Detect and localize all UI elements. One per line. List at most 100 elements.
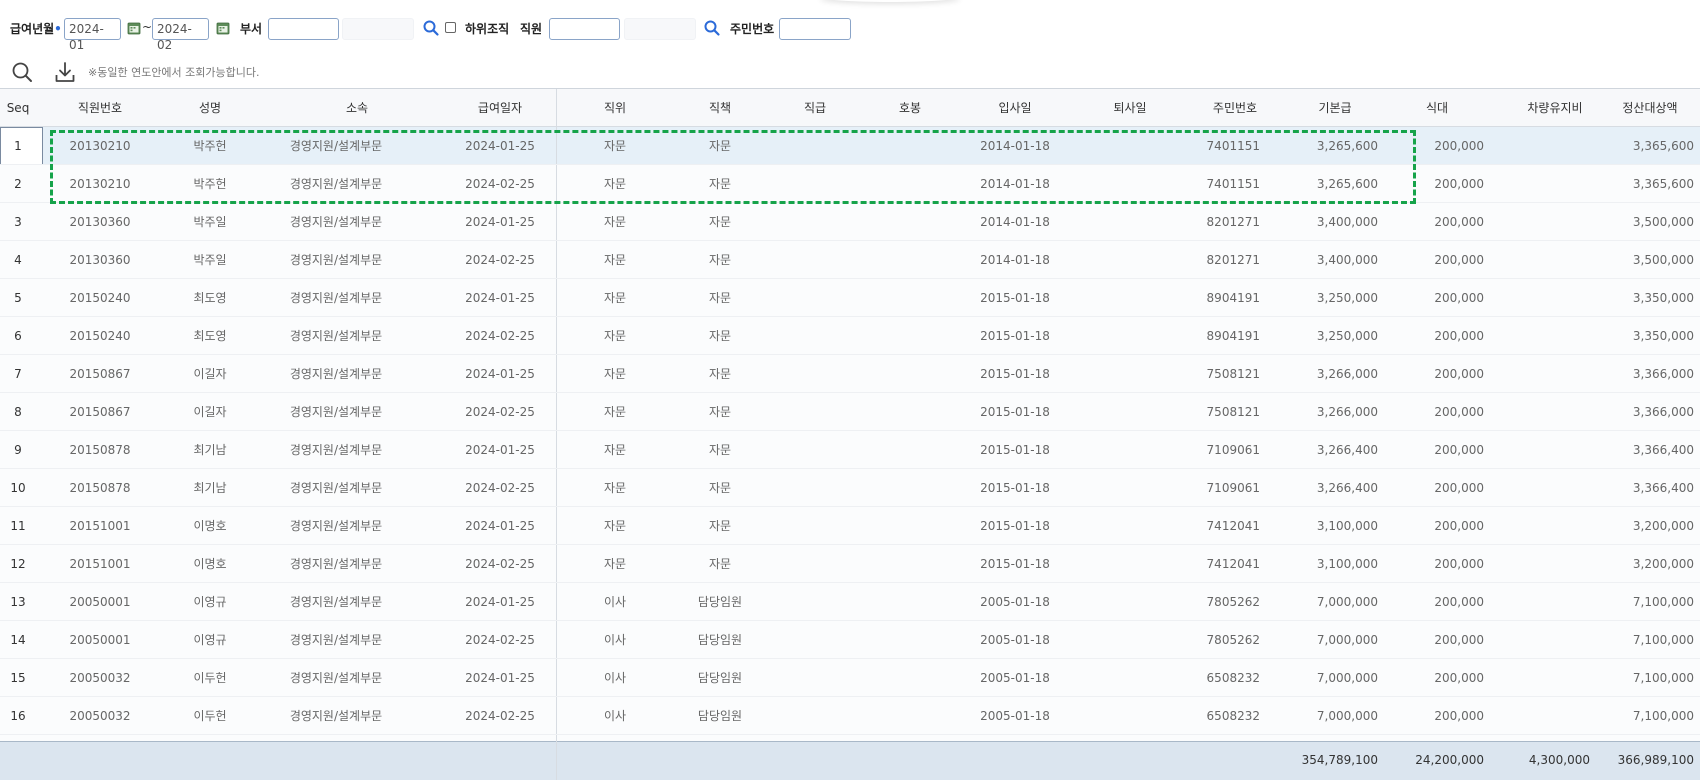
- cell-dept[interactable]: 경영지원/설계부문: [258, 355, 414, 393]
- cell-dept[interactable]: 경영지원/설계부문: [258, 697, 414, 735]
- cell-settlement[interactable]: 3,350,000: [1600, 279, 1694, 317]
- cell-dept[interactable]: 경영지원/설계부문: [258, 317, 414, 355]
- cell-name[interactable]: 박주헌: [170, 127, 250, 165]
- cell-grade[interactable]: [780, 241, 850, 279]
- cell-duty[interactable]: 자문: [670, 203, 770, 241]
- cell-rrn[interactable]: 8201271: [1180, 203, 1260, 241]
- cell-seq[interactable]: 11: [0, 507, 36, 545]
- cell-vehicle[interactable]: [1490, 203, 1590, 241]
- cell-duty[interactable]: 자문: [670, 165, 770, 203]
- cell-position[interactable]: 이사: [580, 583, 650, 621]
- cell-join-date[interactable]: 2014-01-18: [960, 203, 1070, 241]
- cell-meal[interactable]: 200,000: [1390, 393, 1484, 431]
- cell-rrn[interactable]: 6508232: [1180, 659, 1260, 697]
- cell-settlement[interactable]: 7,100,000: [1600, 621, 1694, 659]
- cell-leave-date[interactable]: [1080, 127, 1180, 165]
- cell-settlement[interactable]: 3,200,000: [1600, 545, 1694, 583]
- col-header-emp-no[interactable]: 직원번호: [50, 89, 150, 127]
- cell-name[interactable]: 박주헌: [170, 165, 250, 203]
- col-header-rrn[interactable]: 주민번호: [1180, 89, 1290, 127]
- cell-vehicle[interactable]: [1490, 621, 1590, 659]
- cell-rrn[interactable]: 7508121: [1180, 393, 1260, 431]
- cell-grade[interactable]: [780, 545, 850, 583]
- cell-meal[interactable]: 200,000: [1390, 659, 1484, 697]
- cell-meal[interactable]: 200,000: [1390, 583, 1484, 621]
- cell-vehicle[interactable]: [1490, 241, 1590, 279]
- cell-join-date[interactable]: 2015-01-18: [960, 279, 1070, 317]
- cell-vehicle[interactable]: [1490, 317, 1590, 355]
- cell-leave-date[interactable]: [1080, 165, 1180, 203]
- cell-position[interactable]: 자문: [580, 507, 650, 545]
- cell-leave-date[interactable]: [1080, 355, 1180, 393]
- cell-grade[interactable]: [780, 355, 850, 393]
- cell-rrn[interactable]: 8201271: [1180, 241, 1260, 279]
- cell-emp-no[interactable]: 20150240: [50, 279, 150, 317]
- cell-emp-no[interactable]: 20151001: [50, 507, 150, 545]
- cell-vehicle[interactable]: [1490, 697, 1590, 735]
- cell-position[interactable]: 이사: [580, 621, 650, 659]
- cell-settlement[interactable]: 3,500,000: [1600, 203, 1694, 241]
- cell-vehicle[interactable]: [1490, 355, 1590, 393]
- cell-base-pay[interactable]: 3,266,000: [1270, 393, 1378, 431]
- col-header-step[interactable]: 호봉: [875, 89, 945, 127]
- cell-settlement[interactable]: 3,365,600: [1600, 127, 1694, 165]
- cell-name[interactable]: 이길자: [170, 393, 250, 431]
- cell-leave-date[interactable]: [1080, 279, 1180, 317]
- col-header-settlement[interactable]: 정산대상액: [1600, 89, 1700, 127]
- cell-seq[interactable]: 7: [0, 355, 36, 393]
- cell-seq[interactable]: 1: [0, 127, 36, 165]
- cell-meal[interactable]: 200,000: [1390, 317, 1484, 355]
- cell-join-date[interactable]: 2015-01-18: [960, 355, 1070, 393]
- pay-month-from-input[interactable]: 2024-01: [64, 18, 121, 52]
- cell-pay-date[interactable]: 2024-01-25: [450, 659, 550, 697]
- cell-emp-no[interactable]: 20050001: [50, 583, 150, 621]
- cell-step[interactable]: [875, 507, 945, 545]
- cell-duty[interactable]: 자문: [670, 127, 770, 165]
- cell-settlement[interactable]: 3,366,000: [1600, 355, 1694, 393]
- cell-dept[interactable]: 경영지원/설계부문: [258, 431, 414, 469]
- cell-name[interactable]: 박주일: [170, 241, 250, 279]
- cell-meal[interactable]: 200,000: [1390, 355, 1484, 393]
- cell-grade[interactable]: [780, 507, 850, 545]
- cell-duty[interactable]: 자문: [670, 545, 770, 583]
- cell-name[interactable]: 최기남: [170, 431, 250, 469]
- cell-pay-date[interactable]: 2024-02-25: [450, 545, 550, 583]
- cell-seq[interactable]: 9: [0, 431, 36, 469]
- cell-emp-no[interactable]: 20150867: [50, 393, 150, 431]
- cell-rrn[interactable]: 7109061: [1180, 431, 1260, 469]
- cell-rrn[interactable]: 8904191: [1180, 279, 1260, 317]
- cell-name[interactable]: 이영규: [170, 583, 250, 621]
- dept-code-input[interactable]: [268, 18, 339, 40]
- cell-name[interactable]: 최도영: [170, 279, 250, 317]
- cell-base-pay[interactable]: 3,400,000: [1270, 203, 1378, 241]
- cell-meal[interactable]: 200,000: [1390, 203, 1484, 241]
- cell-leave-date[interactable]: [1080, 507, 1180, 545]
- cell-pay-date[interactable]: 2024-01-25: [450, 203, 550, 241]
- cell-grade[interactable]: [780, 279, 850, 317]
- cell-settlement[interactable]: 7,100,000: [1600, 583, 1694, 621]
- cell-emp-no[interactable]: 20150240: [50, 317, 150, 355]
- cell-grade[interactable]: [780, 317, 850, 355]
- cell-join-date[interactable]: 2005-01-18: [960, 697, 1070, 735]
- cell-join-date[interactable]: 2014-01-18: [960, 165, 1070, 203]
- col-header-leave-date[interactable]: 퇴사일: [1080, 89, 1180, 127]
- cell-vehicle[interactable]: [1490, 583, 1590, 621]
- cell-meal[interactable]: 200,000: [1390, 469, 1484, 507]
- col-header-name[interactable]: 성명: [170, 89, 250, 127]
- cell-position[interactable]: 이사: [580, 659, 650, 697]
- cell-base-pay[interactable]: 7,000,000: [1270, 583, 1378, 621]
- cell-base-pay[interactable]: 3,250,000: [1270, 317, 1378, 355]
- cell-name[interactable]: 이명호: [170, 545, 250, 583]
- cell-seq[interactable]: 4: [0, 241, 36, 279]
- cell-duty[interactable]: 자문: [670, 507, 770, 545]
- cell-seq[interactable]: 3: [0, 203, 36, 241]
- cell-join-date[interactable]: 2014-01-18: [960, 127, 1070, 165]
- employee-code-input[interactable]: [549, 18, 620, 40]
- employee-search-icon[interactable]: [703, 19, 721, 37]
- cell-name[interactable]: 이두헌: [170, 697, 250, 735]
- cell-emp-no[interactable]: 20050032: [50, 697, 150, 735]
- cell-name[interactable]: 이명호: [170, 507, 250, 545]
- cell-name[interactable]: 이영규: [170, 621, 250, 659]
- cell-join-date[interactable]: 2015-01-18: [960, 469, 1070, 507]
- cell-emp-no[interactable]: 20150878: [50, 469, 150, 507]
